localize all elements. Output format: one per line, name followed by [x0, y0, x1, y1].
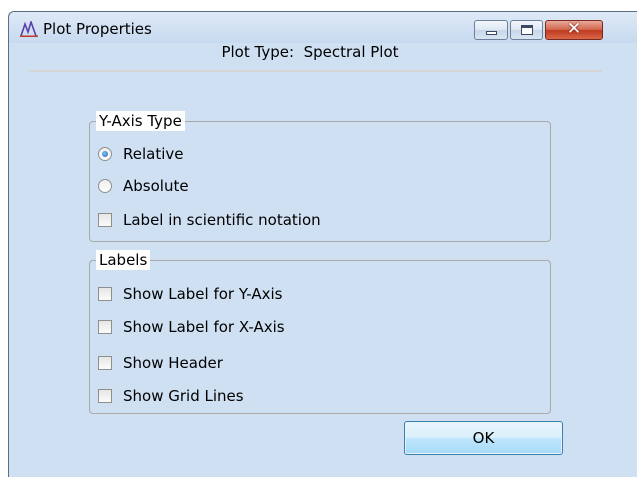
- labels-group: Labels Show Label for Y-Axis Show Label …: [89, 250, 551, 414]
- window-title: Plot Properties: [43, 20, 152, 38]
- scientific-notation-checkbox-option[interactable]: Label in scientific notation: [98, 209, 321, 231]
- y-axis-type-group: Y-Axis Type Relative Absolute Label in s…: [89, 111, 551, 242]
- maximize-button[interactable]: [510, 20, 543, 40]
- maximize-icon: [521, 25, 533, 35]
- show-header-label[interactable]: Show Header: [123, 354, 223, 372]
- show-label-y-axis-option[interactable]: Show Label for Y-Axis: [98, 283, 282, 305]
- minimize-button[interactable]: [474, 20, 508, 40]
- divider: [29, 70, 602, 72]
- plot-type-row: Plot Type: Spectral Plot: [0, 43, 620, 61]
- plot-type-value: Spectral Plot: [303, 43, 399, 61]
- close-button[interactable]: ✕: [545, 19, 603, 40]
- scientific-notation-checkbox[interactable]: [98, 213, 112, 227]
- show-grid-lines-option[interactable]: Show Grid Lines: [98, 385, 244, 407]
- spectrum-icon: [20, 21, 38, 37]
- show-label-x-axis-label[interactable]: Show Label for X-Axis: [123, 318, 285, 336]
- relative-radio-option[interactable]: Relative: [98, 143, 184, 165]
- title-bar[interactable]: Plot Properties ✕: [9, 12, 637, 43]
- absolute-radio[interactable]: [98, 179, 112, 193]
- minimize-icon: [486, 31, 497, 35]
- relative-radio[interactable]: [98, 147, 112, 161]
- absolute-radio-label[interactable]: Absolute: [123, 177, 189, 195]
- relative-radio-label[interactable]: Relative: [123, 145, 184, 163]
- show-grid-lines-checkbox[interactable]: [98, 389, 112, 403]
- y-axis-type-group-title: Y-Axis Type: [96, 111, 185, 131]
- labels-group-title: Labels: [96, 250, 151, 270]
- ok-button[interactable]: OK: [404, 421, 563, 455]
- show-grid-lines-label[interactable]: Show Grid Lines: [123, 387, 244, 405]
- show-label-x-axis-option[interactable]: Show Label for X-Axis: [98, 316, 285, 338]
- close-icon: ✕: [566, 19, 582, 39]
- scientific-notation-label[interactable]: Label in scientific notation: [123, 211, 321, 229]
- plot-type-label: Plot Type:: [221, 43, 295, 61]
- show-header-checkbox[interactable]: [98, 356, 112, 370]
- show-header-option[interactable]: Show Header: [98, 352, 223, 374]
- show-label-x-axis-checkbox[interactable]: [98, 320, 112, 334]
- show-label-y-axis-checkbox[interactable]: [98, 287, 112, 301]
- show-label-y-axis-label[interactable]: Show Label for Y-Axis: [123, 285, 282, 303]
- absolute-radio-option[interactable]: Absolute: [98, 175, 189, 197]
